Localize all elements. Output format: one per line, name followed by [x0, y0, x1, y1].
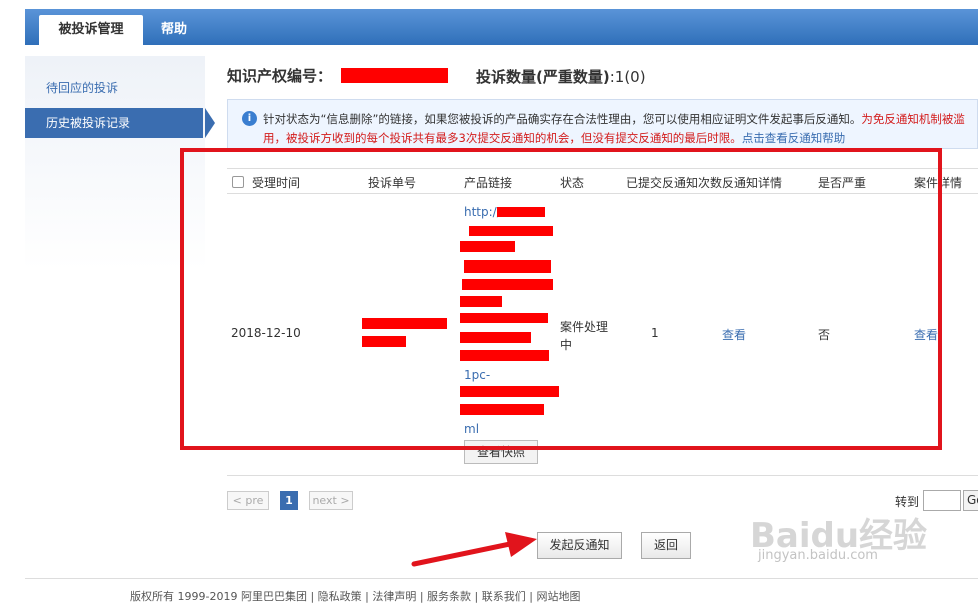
redacted-ip-number	[341, 68, 448, 83]
goto-page-input[interactable]	[923, 490, 961, 511]
counter-notice-button[interactable]: 发起反通知	[537, 532, 622, 559]
tab-help[interactable]: 帮助	[161, 15, 187, 45]
sidebar-item-pending[interactable]: 待回应的投诉	[25, 73, 205, 103]
info-icon: i	[242, 111, 257, 126]
complaint-count: 投诉数量(严重数量):1(0)	[476, 66, 646, 87]
pagination-current[interactable]: 1	[280, 491, 298, 510]
annotation-arrow-icon	[411, 532, 537, 567]
watermark-url: jingyan.baidu.com	[758, 548, 878, 563]
notice-main-text: 针对状态为“信息删除”的链接，如果您被投诉的产品确实存在合法性理由，您可以使用相…	[263, 112, 862, 126]
sidebar-item-history[interactable]: 历史被投诉记录	[25, 108, 203, 138]
pagination-prev[interactable]: < pre	[227, 491, 269, 510]
annotation-highlight-box	[180, 148, 942, 450]
complaint-count-label: 投诉数量(严重数量)	[476, 68, 610, 86]
notice-help-link[interactable]: 点击查看反通知帮助	[742, 131, 846, 145]
go-button[interactable]: Go	[963, 490, 978, 511]
tab-complaint-management[interactable]: 被投诉管理	[39, 15, 143, 45]
sidebar: 待回应的投诉 历史被投诉记录	[25, 56, 205, 270]
complaint-count-value: :1(0)	[609, 68, 646, 86]
back-button[interactable]: 返回	[641, 532, 691, 559]
footer-divider	[25, 578, 978, 579]
sidebar-active-arrow	[205, 108, 215, 138]
notice-text: 针对状态为“信息删除”的链接，如果您被投诉的产品确实存在合法性理由，您可以使用相…	[263, 110, 975, 148]
row-divider	[227, 475, 978, 476]
footer-text: 版权所有 1999-2019 阿里巴巴集团 | 隐私政策 | 法律声明 | 服务…	[130, 590, 581, 603]
pagination-next[interactable]: next >	[309, 491, 353, 510]
ip-number-label: 知识产权编号：	[227, 67, 333, 85]
top-nav-bar: 被投诉管理 帮助	[25, 9, 978, 45]
notice-box: i 针对状态为“信息删除”的链接，如果您被投诉的产品确实存在合法性理由，您可以使…	[227, 99, 978, 149]
